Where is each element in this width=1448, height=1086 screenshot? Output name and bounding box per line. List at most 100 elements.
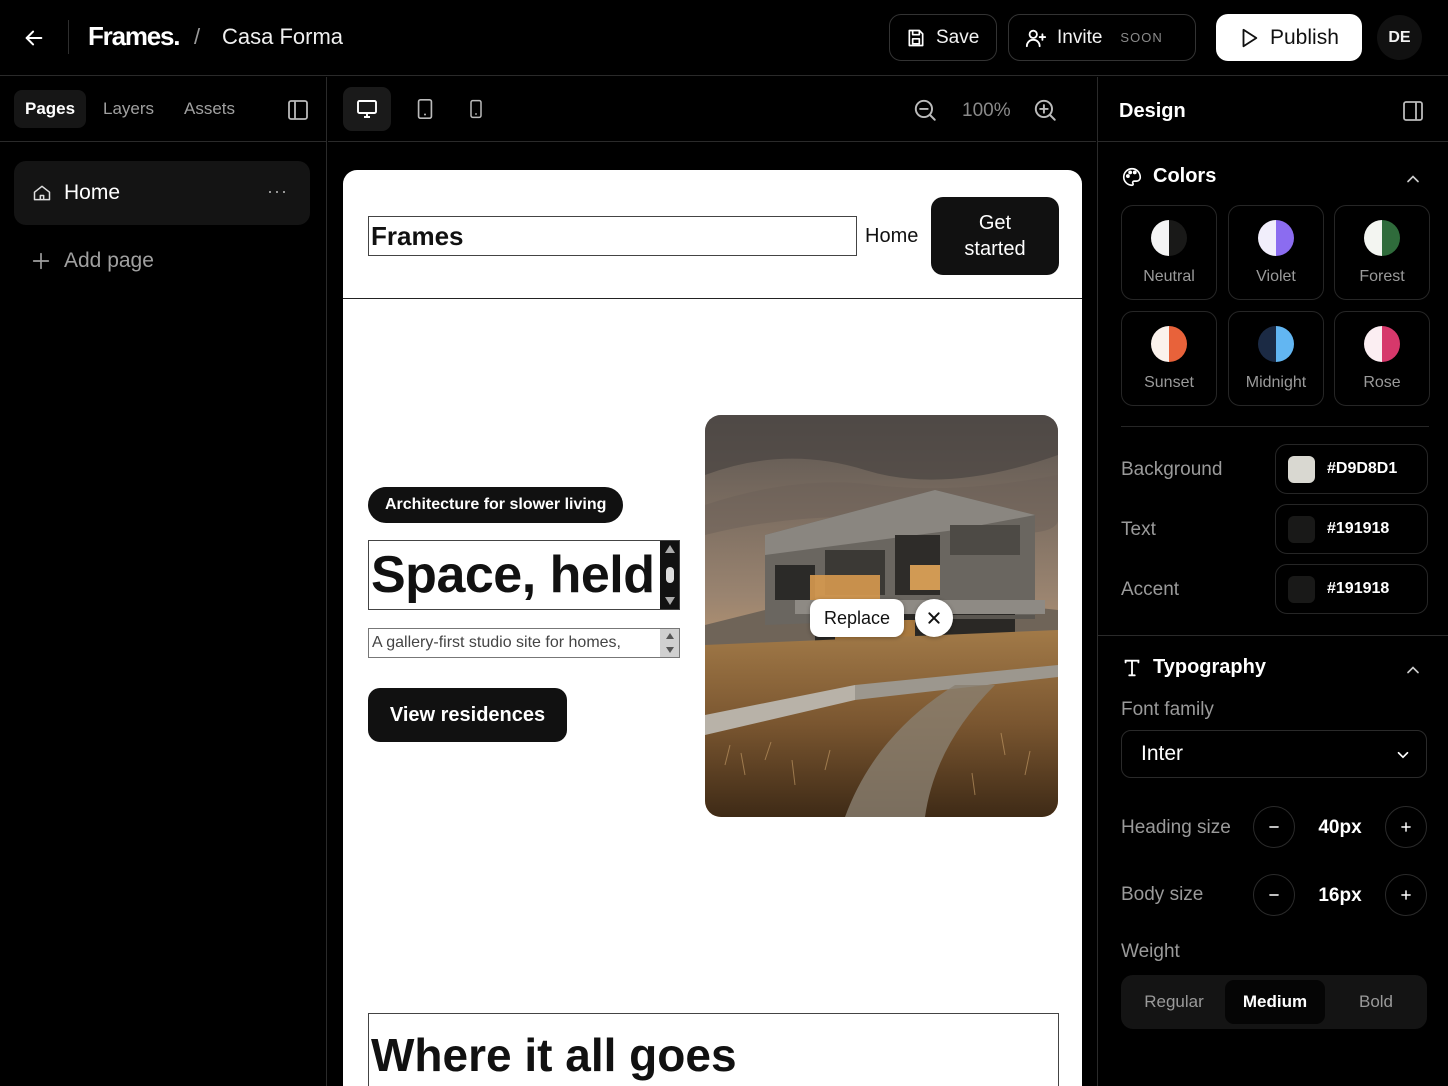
heading-size-decrease-button[interactable] bbox=[1253, 806, 1295, 848]
weight-label: Weight bbox=[1121, 941, 1180, 962]
background-label: Background bbox=[1121, 459, 1223, 480]
header-divider bbox=[343, 298, 1082, 299]
app-logo[interactable]: Frames. bbox=[88, 21, 181, 52]
mobile-icon bbox=[470, 99, 482, 119]
canvas-area[interactable]: Frames Home Get started Architecture for… bbox=[328, 143, 1096, 1086]
palette-sunset[interactable]: Sunset bbox=[1121, 311, 1217, 406]
body-size-value: 16px bbox=[1318, 885, 1362, 906]
panel-right-icon bbox=[1403, 101, 1423, 121]
design-panel-header: Design bbox=[1098, 77, 1448, 142]
add-page-label: Add page bbox=[64, 249, 154, 272]
background-color-field[interactable]: #D9D8D1 bbox=[1275, 444, 1428, 494]
palette-icon bbox=[1123, 167, 1142, 186]
text-color-value: #191918 bbox=[1327, 520, 1390, 537]
body-size-decrease-button[interactable] bbox=[1253, 874, 1295, 916]
site-nav-home[interactable]: Home bbox=[865, 225, 918, 248]
hero-title: Space, held bbox=[371, 546, 655, 604]
publish-label: Publish bbox=[1270, 25, 1339, 49]
view-residences-button[interactable]: View residences bbox=[368, 688, 567, 742]
palette-neutral[interactable]: Neutral bbox=[1121, 205, 1217, 300]
font-family-value: Inter bbox=[1141, 742, 1184, 765]
weight-medium-option[interactable]: Medium bbox=[1225, 980, 1325, 1024]
colors-section-header[interactable]: Colors bbox=[1121, 165, 1216, 188]
device-mobile-button[interactable] bbox=[452, 87, 500, 131]
zoom-in-icon bbox=[1034, 99, 1056, 121]
palette-label: Rose bbox=[1363, 374, 1401, 391]
palette-rose[interactable]: Rose bbox=[1334, 311, 1430, 406]
weight-regular-option[interactable]: Regular bbox=[1124, 980, 1224, 1024]
user-avatar[interactable]: DE bbox=[1377, 15, 1422, 60]
page-item-home[interactable]: Home ··· bbox=[14, 161, 310, 225]
tab-pages[interactable]: Pages bbox=[14, 90, 87, 128]
section-title-field[interactable]: Where it all goes bbox=[368, 1013, 1059, 1086]
palette-violet[interactable]: Violet bbox=[1228, 205, 1324, 300]
palette-label: Midnight bbox=[1245, 374, 1307, 391]
page-frame[interactable]: Frames Home Get started Architecture for… bbox=[343, 170, 1082, 1086]
scroll-down-icon bbox=[664, 597, 675, 605]
palette-violet-swatch bbox=[1258, 220, 1294, 256]
scroll-thumb bbox=[665, 567, 674, 583]
publish-button[interactable]: Publish bbox=[1216, 14, 1362, 61]
palette-label: Violet bbox=[1256, 268, 1296, 285]
text-color-chip bbox=[1288, 515, 1315, 543]
heading-size-increase-button[interactable] bbox=[1385, 806, 1427, 848]
play-icon bbox=[1242, 28, 1258, 47]
device-desktop-button[interactable] bbox=[343, 87, 391, 131]
palette-label: Forest bbox=[1359, 268, 1405, 285]
scroll-up-icon bbox=[665, 633, 674, 639]
scrollbar[interactable] bbox=[660, 541, 679, 609]
zoom-in-button[interactable] bbox=[1032, 97, 1058, 128]
zoom-out-button[interactable] bbox=[912, 97, 938, 128]
text-color-field[interactable]: #191918 bbox=[1275, 504, 1428, 554]
desktop-icon bbox=[357, 100, 377, 118]
toggle-left-panel[interactable] bbox=[286, 98, 310, 127]
user-plus-icon bbox=[1025, 29, 1047, 47]
toggle-right-panel[interactable] bbox=[1401, 99, 1425, 128]
palette-midnight[interactable]: Midnight bbox=[1228, 311, 1324, 406]
heading-size-value: 40px bbox=[1318, 817, 1362, 838]
hero-title-field[interactable]: Space, held bbox=[368, 540, 680, 610]
typography-section-header[interactable]: Typography bbox=[1121, 656, 1266, 679]
save-button[interactable]: Save bbox=[889, 14, 997, 61]
hero-badge[interactable]: Architecture for slower living bbox=[368, 487, 624, 523]
hero-subtitle: A gallery-first studio site for homes, bbox=[372, 634, 621, 651]
palette-forest-swatch bbox=[1364, 220, 1400, 256]
tab-assets[interactable]: Assets bbox=[173, 90, 246, 128]
back-button[interactable] bbox=[18, 22, 50, 54]
palette-rose-swatch bbox=[1364, 326, 1400, 362]
zoom-out-icon bbox=[914, 99, 936, 121]
device-tablet-button[interactable] bbox=[401, 87, 449, 131]
text-color-label: Text bbox=[1121, 519, 1156, 540]
font-family-select[interactable]: Inter bbox=[1121, 730, 1427, 778]
weight-segmented-control: Regular Medium Bold bbox=[1121, 975, 1427, 1029]
page-menu-button[interactable]: ··· bbox=[267, 181, 288, 202]
site-get-started-button[interactable]: Get started bbox=[931, 197, 1059, 275]
typography-collapse-button[interactable] bbox=[1403, 660, 1423, 685]
accent-color-field[interactable]: #191918 bbox=[1275, 564, 1428, 614]
site-brand-field[interactable]: Frames bbox=[368, 216, 857, 256]
chevron-up-icon bbox=[1407, 666, 1419, 674]
top-bar: Frames. / Casa Forma Save Invite SOON Pu… bbox=[0, 0, 1448, 76]
weight-bold-option[interactable]: Bold bbox=[1326, 980, 1426, 1024]
palette-neutral-swatch bbox=[1151, 220, 1187, 256]
invite-button[interactable]: Invite SOON bbox=[1008, 14, 1196, 61]
page-item-label: Home bbox=[64, 181, 121, 204]
remove-image-button[interactable] bbox=[915, 599, 953, 637]
design-panel: Design Colors Neutral Violet Forest Suns… bbox=[1097, 77, 1448, 1086]
replace-image-button[interactable]: Replace bbox=[810, 599, 904, 637]
colors-collapse-button[interactable] bbox=[1403, 169, 1423, 194]
hero-subtitle-field[interactable]: A gallery-first studio site for homes, bbox=[368, 628, 680, 658]
body-size-increase-button[interactable] bbox=[1385, 874, 1427, 916]
project-name[interactable]: Casa Forma bbox=[222, 24, 343, 50]
heading-size-label: Heading size bbox=[1121, 817, 1231, 838]
scrollbar[interactable] bbox=[660, 629, 679, 657]
minus-icon bbox=[1269, 894, 1279, 896]
palette-forest[interactable]: Forest bbox=[1334, 205, 1430, 300]
add-page-button[interactable]: Add page bbox=[30, 249, 154, 273]
zoom-level[interactable]: 100% bbox=[962, 100, 1011, 122]
chevron-up-icon bbox=[1407, 175, 1419, 183]
tab-layers[interactable]: Layers bbox=[92, 90, 165, 128]
scroll-up-icon bbox=[664, 545, 675, 553]
divider bbox=[1121, 426, 1429, 427]
design-panel-title: Design bbox=[1119, 100, 1186, 122]
